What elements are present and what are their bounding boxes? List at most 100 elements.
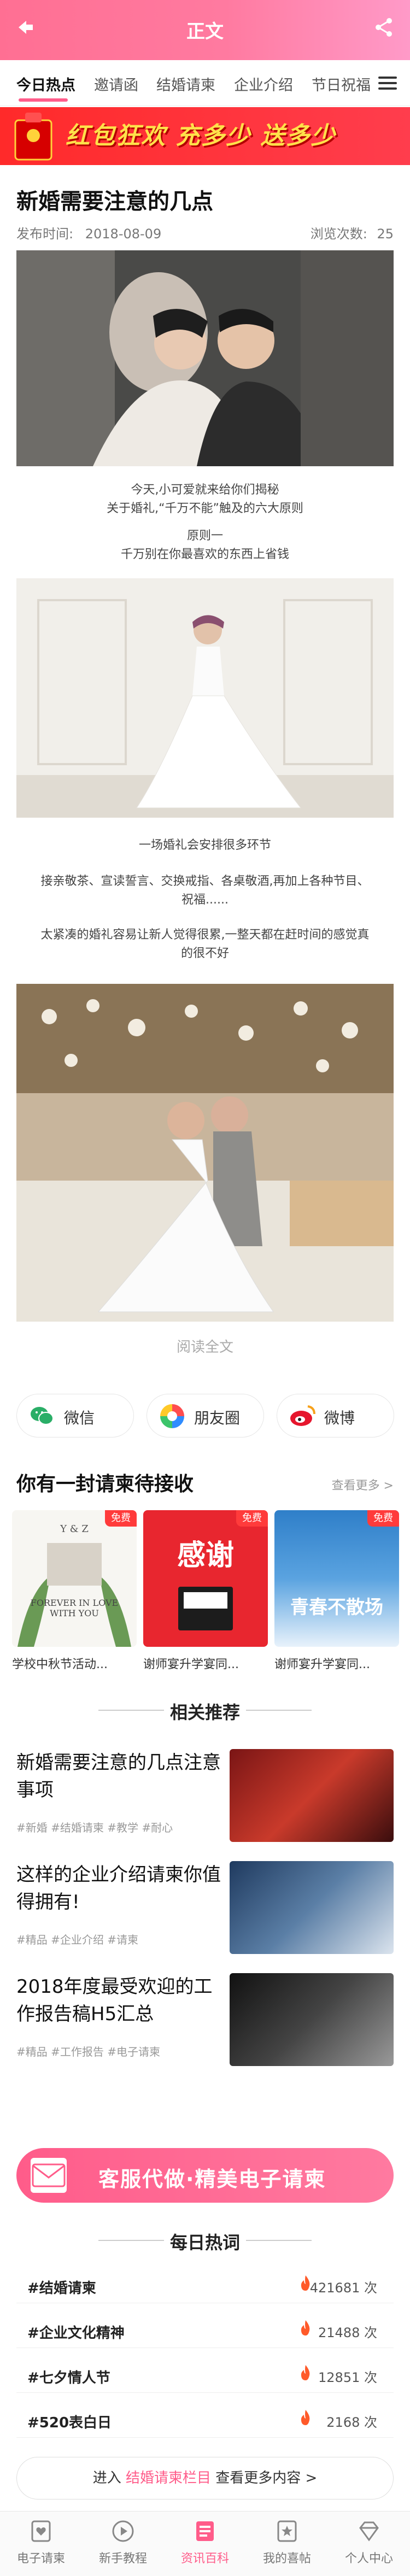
hotword-text: #企业文化精神 [27,2325,125,2342]
related-item-image [230,1861,394,1954]
views-value: 25 [377,226,394,242]
play-icon [112,2520,134,2542]
bottom-navigation: 电子请柬 新手教程 资讯百科 我的喜帖 个人中心 [0,2511,410,2576]
hotword-text: #结婚请柬 [27,2280,96,2297]
invites-more-link[interactable]: 查看更多 > [332,1476,394,1493]
free-badge: 免费 [105,1510,137,1527]
hotwords-section-title: 每日热词 [169,2232,240,2253]
menu-icon[interactable] [378,73,400,94]
free-badge: 免费 [236,1510,268,1527]
hotword-row[interactable]: #520表白日 2168 次 [16,2403,394,2438]
share-moments-button[interactable]: 朋友圈 [147,1394,264,1437]
invite-thumb: 感谢 免费 [143,1510,268,1647]
hotword-row[interactable]: #七夕情人节 12851 次 [16,2358,394,2393]
invite-thumb-text: 青春不散场 [290,1597,383,1618]
nav-label: 我的喜帖 [262,2552,311,2566]
fire-icon [301,2410,310,2425]
envelope-icon [31,2158,67,2193]
related-item-tags: #新婚 #结婚请柬 #教学 #耐心 [16,1821,173,1834]
enter-suffix: 查看更多内容 > [210,2470,318,2486]
publish-label: 发布时间: [16,226,74,242]
share-wechat-button[interactable]: 微信 [16,1394,134,1437]
weibo-icon [290,1405,315,1426]
hotword-text: #520表白日 [27,2415,112,2431]
nav-news[interactable]: 资讯百科 [164,2512,246,2576]
article-title: 新婚需要注意的几点 [16,189,213,214]
invites-section-title: 你有一封请柬待接收 [16,1473,194,1495]
promo-banner[interactable]: 红包狂欢 充多少 送多少 [0,107,410,165]
nav-label: 电子请柬 [16,2552,65,2566]
moments-icon [160,1404,184,1428]
invite-thumb-text: FOREVER IN LOVE WITH YOU [30,1598,119,1618]
view-count: 浏览次数: 25 [311,223,394,242]
hotword-row[interactable]: #结婚请柬 421681 次 [16,2268,394,2303]
tab-hot-today[interactable]: 今日热点 [16,73,75,95]
tab-wedding-invite[interactable]: 结婚请柬 [156,73,215,95]
article-paragraph-5: 太紧凑的婚礼容易让新人觉得很累,一整天都在赶时间的感觉真 的很不好 [22,926,388,963]
enter-column-button[interactable]: 进入 结婚请柬栏目 查看更多内容 > [16,2457,394,2499]
banner-text: 红包狂欢 充多少 送多少 [66,122,336,150]
heart-card-icon [31,2520,51,2542]
related-item[interactable]: 这样的企业介绍请柬你值得拥有! #精品 #企业介绍 #请柬 [16,1861,394,1954]
nav-label: 个人中心 [344,2552,393,2566]
invite-caption: 谢师宴升学宴同... [143,1658,239,1671]
hotword-count: 2168 次 [326,2415,377,2430]
nav-tutorial[interactable]: 新手教程 [82,2512,164,2576]
related-item-image [230,1973,394,2066]
paragraph-line: 太紧凑的婚礼容易让新人觉得很累,一整天都在赶时间的感觉真 [40,928,370,942]
hotword-count: 21488 次 [318,2325,377,2340]
paragraph-line: 原则一 [186,529,223,543]
tab-invitation[interactable]: 邀请函 [94,73,138,95]
active-tab-indicator [19,98,68,102]
related-item[interactable]: 2018年度最受欢迎的工作报告稿H5汇总 #精品 #工作报告 #电子请柬 [16,1973,394,2066]
related-item-title: 2018年度最受欢迎的工作报告稿H5汇总 [16,1976,213,2025]
invite-card[interactable]: 感谢 免费 谢师宴升学宴同... [143,1510,268,1672]
publish-date: 2018-08-09 [85,226,162,242]
related-item-title: 新婚需要注意的几点注意事项 [16,1752,221,1801]
news-icon [196,2521,214,2541]
nav-profile[interactable]: 个人中心 [328,2512,410,2576]
invite-thumb: Y & Z FOREVER IN LOVE WITH YOU 免费 [12,1510,137,1647]
related-item-image [230,1749,394,1842]
share-icon[interactable] [373,16,395,38]
invite-card[interactable]: 青春不散场 免费 谢师宴升学宴同... [274,1510,399,1672]
related-section-title: 相关推荐 [169,1702,240,1723]
fire-icon [301,2320,310,2336]
paragraph-line: 的很不好 [180,947,229,960]
hotword-count: 12851 次 [318,2370,377,2385]
category-tabs: 今日热点 邀请函 结婚请柬 企业介绍 节日祝福 [0,60,410,106]
nav-e-invite[interactable]: 电子请柬 [0,2512,82,2576]
enter-prefix: 进入 [92,2470,126,2486]
diamond-user-icon [359,2521,379,2542]
tab-festival[interactable]: 节日祝福 [312,73,371,95]
hotword-row[interactable]: #企业文化精神 21488 次 [16,2313,394,2348]
nav-my-invites[interactable]: 我的喜帖 [246,2512,328,2576]
paragraph-line: 关于婚礼,“千万不能”触及的六大原则 [107,502,303,515]
tab-company-intro[interactable]: 企业介绍 [234,73,293,95]
share-wechat-label: 微信 [64,1409,95,1427]
article-paragraph-3: 一场婚礼会安排很多环节 [138,838,271,852]
svg-text:Y & Z: Y & Z [60,1523,89,1535]
fire-icon [301,2365,310,2380]
enter-highlight: 结婚请柬栏目 [125,2470,211,2486]
nav-label: 新手教程 [98,2552,147,2566]
share-weibo-button[interactable]: 微博 [277,1394,394,1437]
free-badge: 免费 [367,1510,399,1527]
read-more-link[interactable]: 阅读全文 [0,1336,410,1356]
article-paragraph-1: 今天,小可爱就来给你们揭秘 关于婚礼,“千万不能”触及的六大原则 [22,481,388,518]
paragraph-line: 千万别在你最喜欢的东西上省钱 [120,548,289,561]
related-item[interactable]: 新婚需要注意的几点注意事项 #新婚 #结婚请柬 #教学 #耐心 [16,1749,394,1842]
views-label: 浏览次数: [310,226,367,242]
red-packet-icon [14,113,52,161]
article-paragraph-2: 原则一 千万别在你最喜欢的东西上省钱 [22,527,388,564]
cta-text: 客服代做·精美电子请柬 [98,2167,326,2191]
paragraph-line: 祝福...... [181,893,229,907]
invite-card[interactable]: Y & Z FOREVER IN LOVE WITH YOU 免费 学校中秋节活… [12,1510,137,1672]
star-card-icon [277,2520,297,2542]
top-bar: 正文 [0,0,410,60]
hotword-text: #七夕情人节 [27,2370,110,2386]
related-item-tags: #精品 #工作报告 #电子请柬 [16,2045,160,2058]
article-photo-couple-kiss [16,250,394,466]
nav-label: 资讯百科 [180,2552,229,2566]
custom-service-banner[interactable]: 客服代做·精美电子请柬 [16,2148,394,2203]
